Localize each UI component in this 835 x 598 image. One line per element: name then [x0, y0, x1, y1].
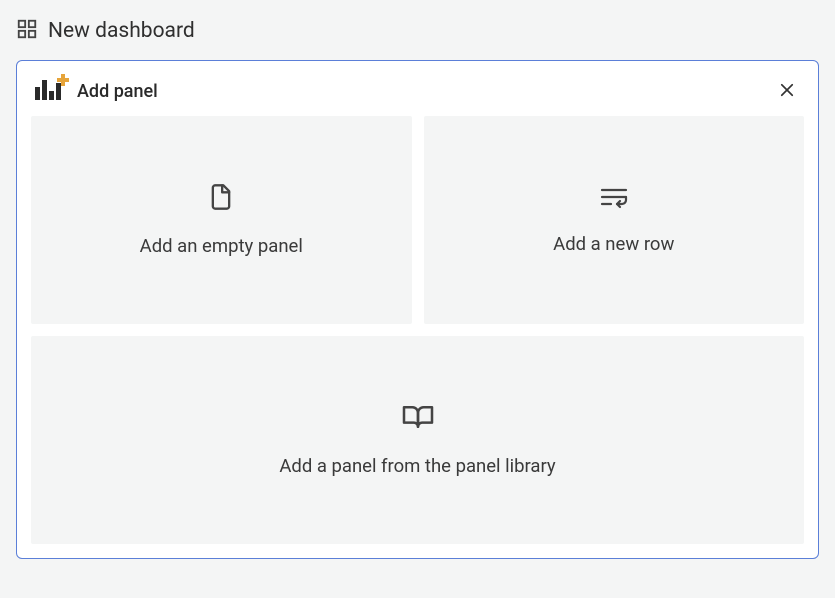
page-header: New dashboard — [16, 16, 819, 60]
close-icon — [778, 81, 796, 102]
add-library-panel-button[interactable]: Add a panel from the panel library — [31, 336, 804, 544]
add-panel-options: Add an empty panel Add a new row — [31, 116, 804, 544]
close-button[interactable] — [774, 77, 800, 106]
add-empty-panel-button[interactable]: Add an empty panel — [31, 116, 412, 324]
book-open-icon — [401, 403, 435, 435]
add-panel-title: Add panel — [77, 81, 158, 102]
page-title: New dashboard — [48, 19, 195, 43]
add-panel-header: Add panel — [31, 73, 804, 116]
add-panel-widget: Add panel Add an emp — [16, 60, 819, 559]
row-wrap-icon — [599, 185, 629, 213]
dashboard-icon — [16, 18, 38, 44]
add-new-row-button[interactable]: Add a new row — [424, 116, 805, 324]
option-label: Add an empty panel — [140, 235, 303, 257]
option-label: Add a new row — [553, 233, 674, 255]
option-label: Add a panel from the panel library — [279, 455, 555, 477]
file-icon — [207, 183, 235, 215]
bar-chart-plus-icon — [35, 80, 69, 104]
